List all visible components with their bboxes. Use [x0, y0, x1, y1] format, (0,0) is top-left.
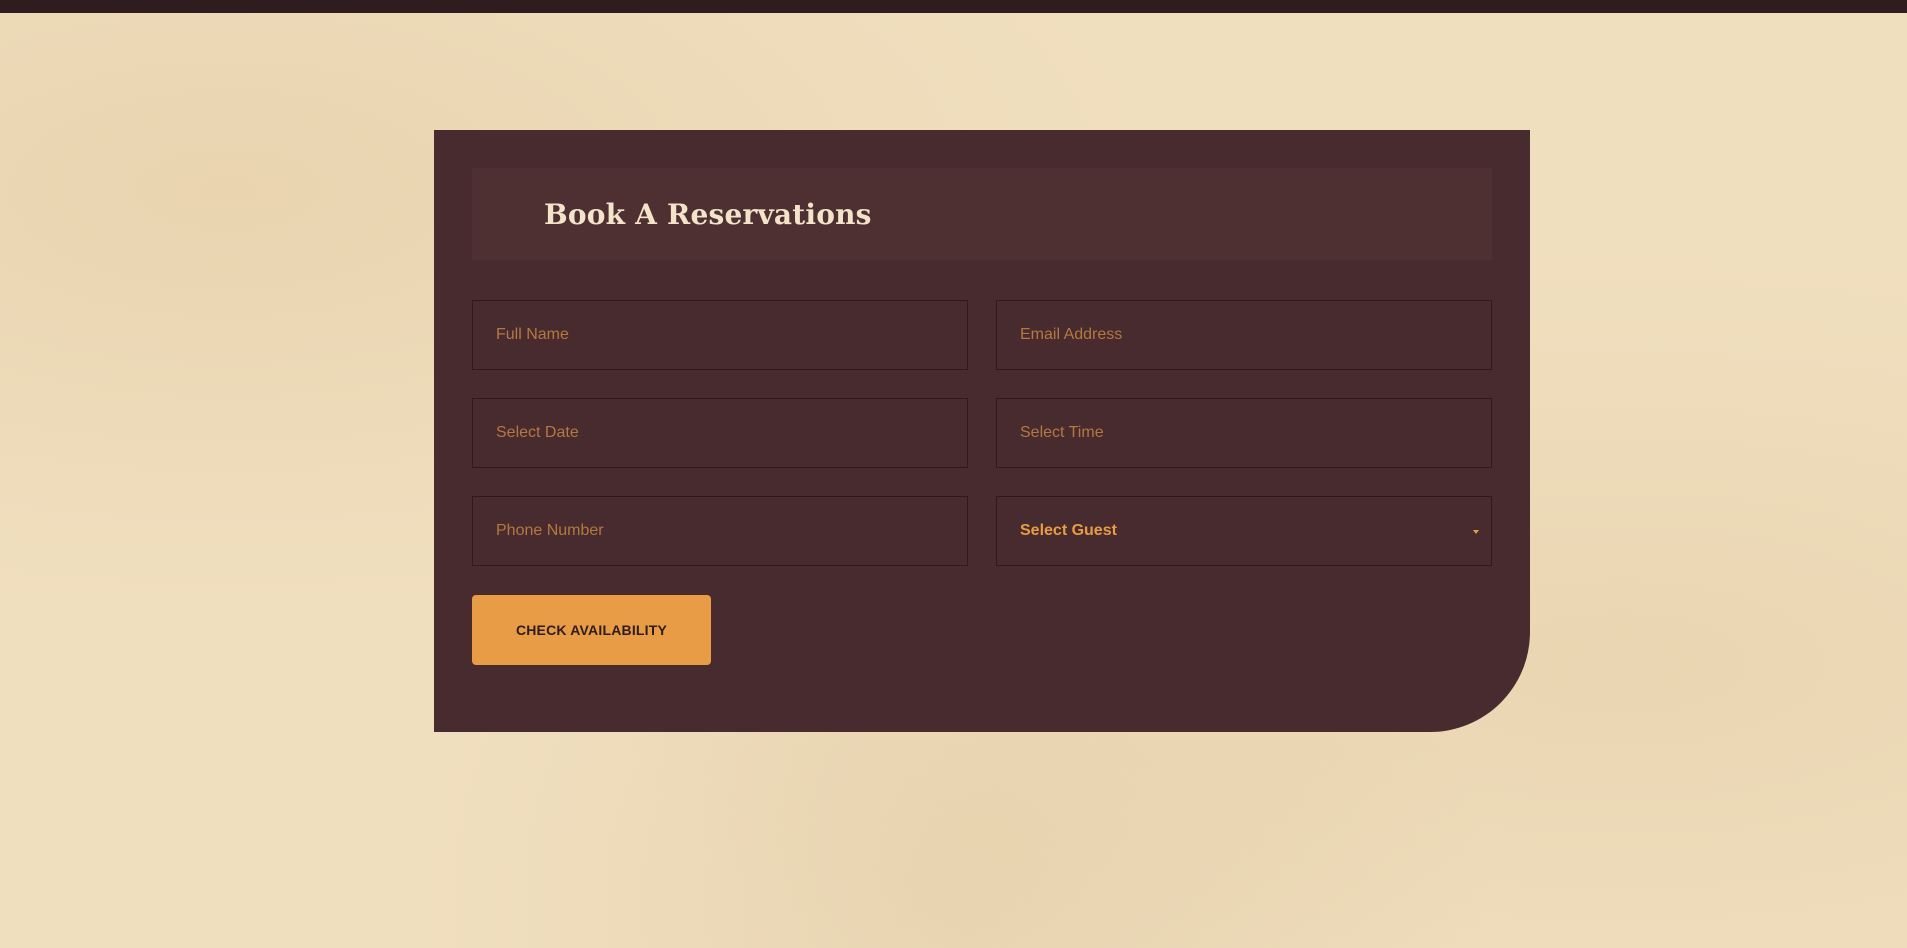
- guest-select[interactable]: Select Guest: [996, 496, 1492, 566]
- date-placeholder: Select Date: [496, 424, 579, 441]
- full-name-placeholder: Full Name: [496, 326, 569, 343]
- phone-field[interactable]: Phone Number: [472, 496, 968, 566]
- guest-select-value: Select Guest: [1020, 522, 1117, 539]
- phone-placeholder: Phone Number: [496, 522, 604, 539]
- form-title: Book A Reservations: [544, 197, 872, 231]
- top-bar: [0, 0, 1907, 13]
- time-field[interactable]: Select Time: [996, 398, 1492, 468]
- date-field[interactable]: Select Date: [472, 398, 968, 468]
- chevron-down-icon: [1473, 530, 1479, 534]
- email-placeholder: Email Address: [1020, 326, 1123, 343]
- email-field[interactable]: Email Address: [996, 300, 1492, 370]
- form-header: Book A Reservations: [472, 168, 1492, 260]
- time-placeholder: Select Time: [1020, 424, 1104, 441]
- check-availability-button[interactable]: CHECK AVAILABILITY: [472, 595, 711, 665]
- reservation-form-card: Book A Reservations Full Name Email Addr…: [434, 130, 1530, 732]
- full-name-field[interactable]: Full Name: [472, 300, 968, 370]
- check-availability-label: CHECK AVAILABILITY: [515, 622, 668, 638]
